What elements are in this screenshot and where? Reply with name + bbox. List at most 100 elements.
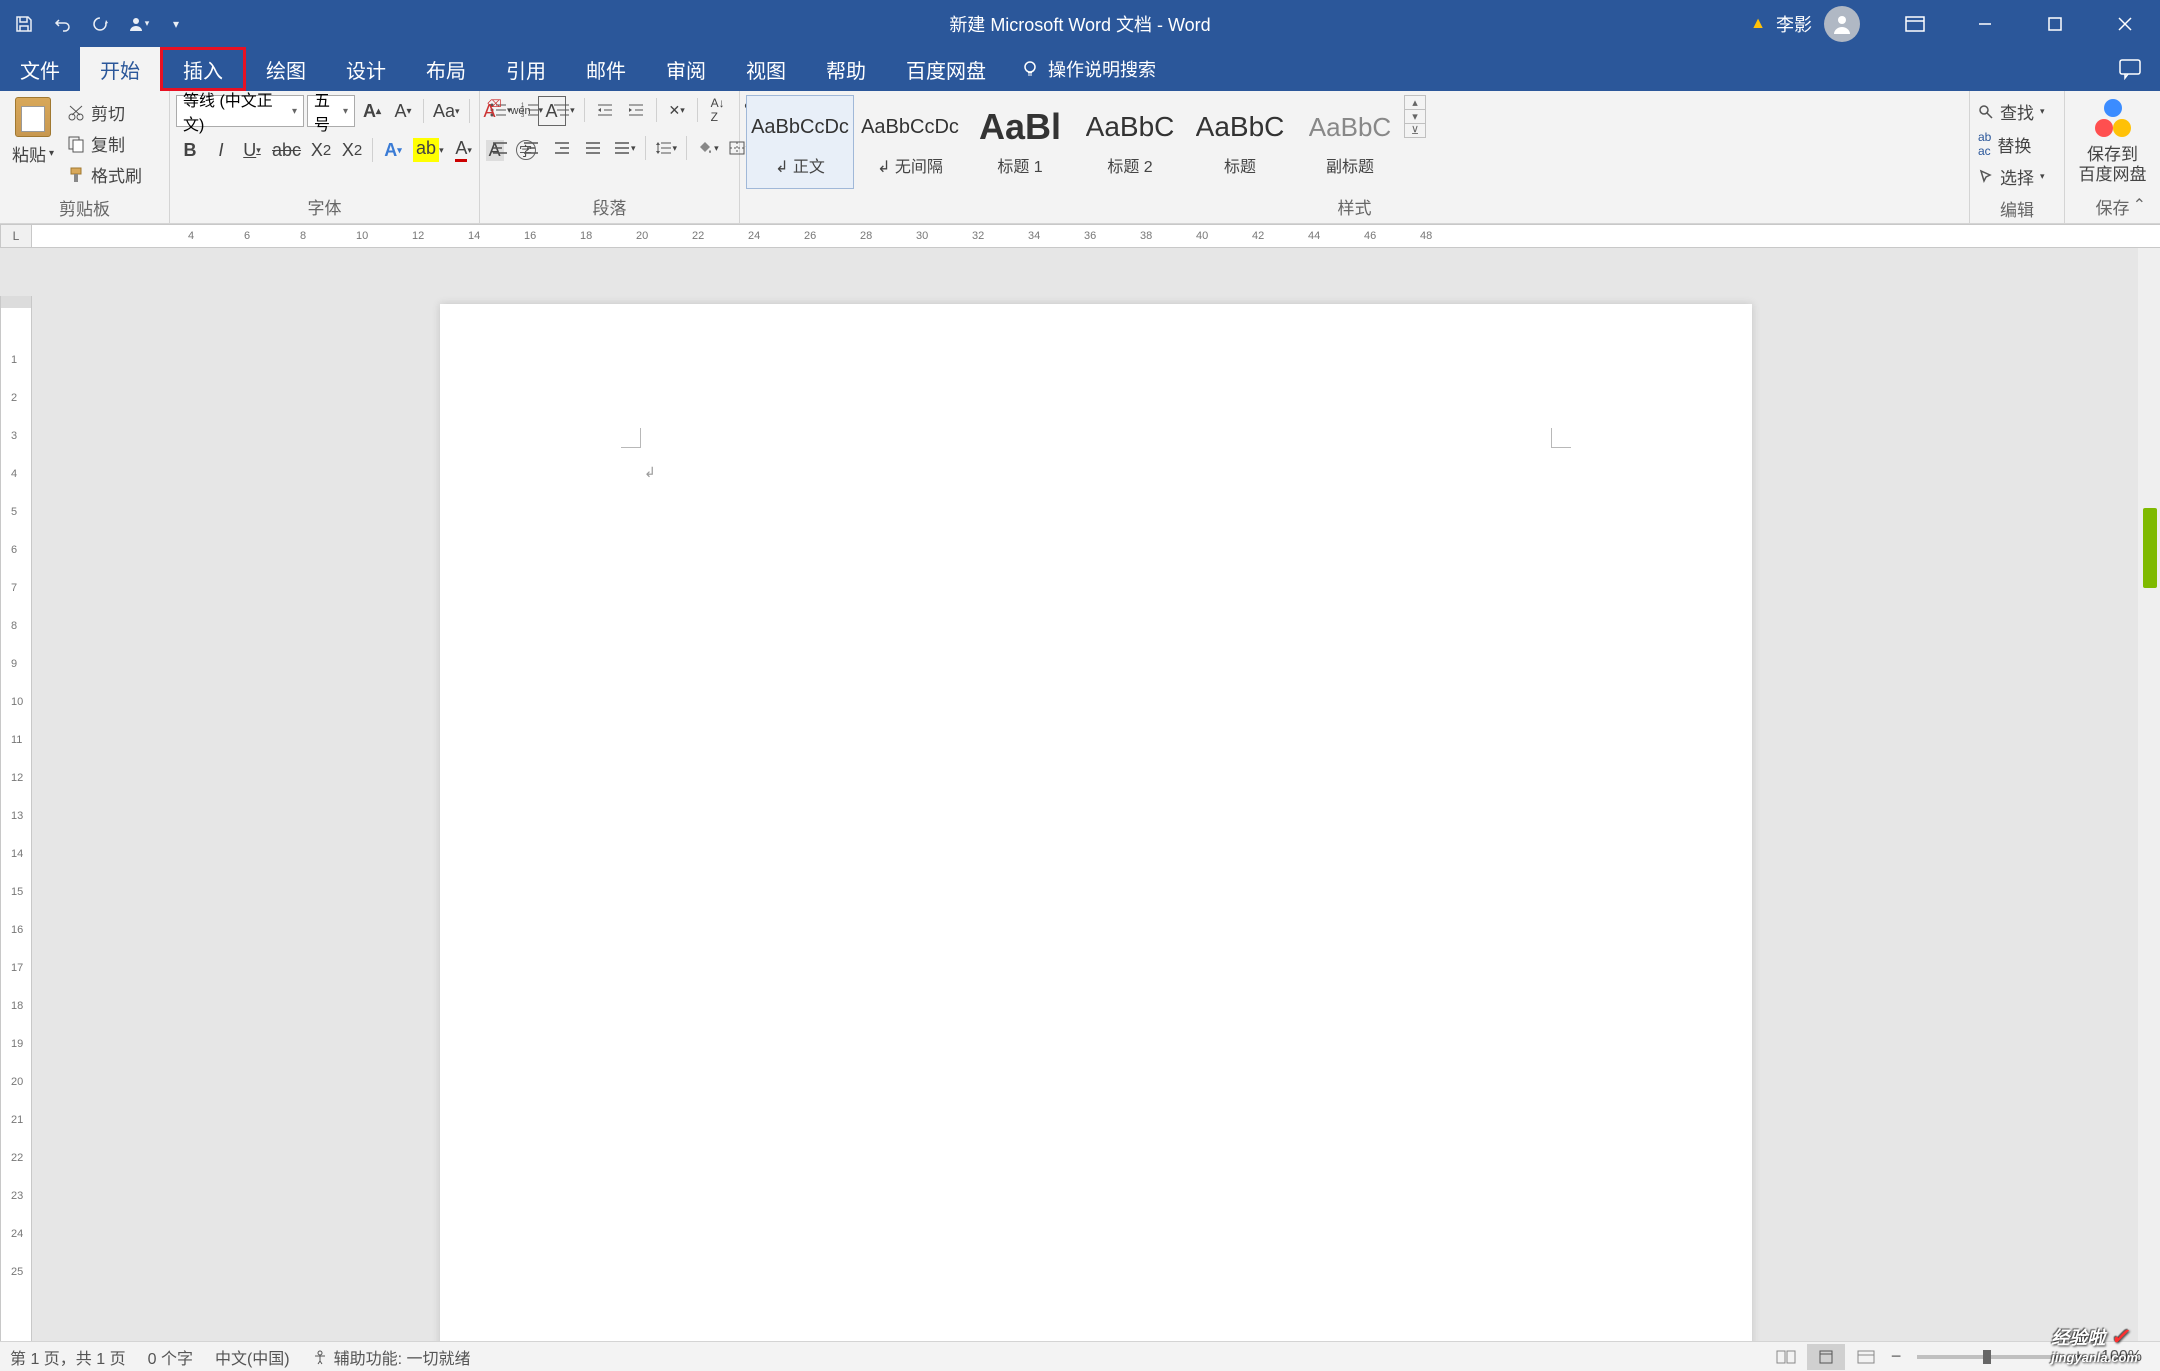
maximize-icon[interactable] xyxy=(2020,0,2090,47)
tab-layout[interactable]: 布局 xyxy=(406,47,486,91)
select-button[interactable]: 选择▾ xyxy=(1978,164,2045,189)
save-icon[interactable] xyxy=(12,12,36,36)
copy-button[interactable]: 复制 xyxy=(64,130,145,157)
comments-icon[interactable] xyxy=(2118,58,2142,80)
cut-button[interactable]: 剪切 xyxy=(64,99,145,126)
undo-icon[interactable] xyxy=(50,12,74,36)
ribbon-tabs: 文件 开始 插入 绘图 设计 布局 引用 邮件 审阅 视图 帮助 百度网盘 操作… xyxy=(0,47,2160,91)
paste-button[interactable]: 粘贴▾ xyxy=(12,141,54,166)
sort-button[interactable]: A↓Z xyxy=(704,95,732,125)
margin-corner-tr xyxy=(1551,428,1571,448)
asian-layout-button[interactable]: ✕▾ xyxy=(663,95,691,125)
font-name-combo[interactable]: 等线 (中文正文)▾ xyxy=(176,95,304,127)
change-case-button[interactable]: Aa▾ xyxy=(430,96,463,126)
superscript-button[interactable]: X2 xyxy=(338,135,366,165)
replace-button[interactable]: abac替换 xyxy=(1978,130,2045,158)
highlight-button[interactable]: ab▾ xyxy=(410,135,447,165)
account-icon[interactable]: ▾ xyxy=(126,12,150,36)
zoom-out-button[interactable]: − xyxy=(1887,1346,1905,1367)
increase-indent-button[interactable] xyxy=(622,95,650,125)
tab-view[interactable]: 视图 xyxy=(726,47,806,91)
group-clipboard: 粘贴▾ 剪切 复制 格式刷 剪贴板 xyxy=(0,91,170,223)
underline-button[interactable]: U▾ xyxy=(238,135,266,165)
status-a11y[interactable]: 辅助功能: 一切就绪 xyxy=(312,1345,471,1369)
tab-mailings[interactable]: 邮件 xyxy=(566,47,646,91)
tab-draw[interactable]: 绘图 xyxy=(246,47,326,91)
tab-file[interactable]: 文件 xyxy=(0,47,80,91)
horizontal-ruler[interactable]: 4681012141618202224262830323436384042444… xyxy=(32,224,2160,248)
font-color-button[interactable]: A▾ xyxy=(450,135,478,165)
tab-insert[interactable]: 插入 xyxy=(160,47,246,91)
ruler-corner[interactable]: L xyxy=(0,224,32,248)
baidu-cloud-icon[interactable] xyxy=(2093,99,2133,139)
tab-help[interactable]: 帮助 xyxy=(806,47,886,91)
shrink-font-button[interactable]: A▾ xyxy=(389,96,417,126)
vertical-ruler[interactable]: 1234567891011121314151617181920212223242… xyxy=(0,296,32,1341)
style-no-spacing[interactable]: AaBbCcDc↲ 无间隔 xyxy=(856,95,964,189)
redo-icon[interactable] xyxy=(88,12,112,36)
qat-customize-icon[interactable]: ▾ xyxy=(164,12,188,36)
styles-up-icon[interactable]: ▴ xyxy=(1405,96,1425,110)
user-name[interactable]: 李影 xyxy=(1776,11,1812,37)
status-page[interactable]: 第 1 页，共 1 页 xyxy=(10,1345,126,1369)
style-normal[interactable]: AaBbCcDc↲ 正文 xyxy=(746,95,854,189)
copy-icon xyxy=(67,135,85,153)
strikethrough-button[interactable]: abc xyxy=(269,135,304,165)
title-bar: ▾ ▾ 新建 Microsoft Word 文档 - Word ▲ 李影 xyxy=(0,0,2160,47)
close-icon[interactable] xyxy=(2090,0,2160,47)
group-label-clipboard: 剪贴板 xyxy=(6,192,163,224)
italic-button[interactable]: I xyxy=(207,135,235,165)
subscript-button[interactable]: X2 xyxy=(307,135,335,165)
tab-references[interactable]: 引用 xyxy=(486,47,566,91)
tab-review[interactable]: 审阅 xyxy=(646,47,726,91)
align-left-button[interactable] xyxy=(486,133,514,163)
collapse-ribbon-icon[interactable]: ⌃ xyxy=(2133,195,2146,215)
multilevel-button[interactable]: ▾ xyxy=(549,95,578,125)
style-title[interactable]: AaBbC标题 xyxy=(1186,95,1294,189)
cursor-icon xyxy=(1978,169,1994,185)
paste-icon[interactable] xyxy=(15,97,51,137)
vertical-scrollbar[interactable] xyxy=(2138,248,2160,1341)
status-lang[interactable]: 中文(中国) xyxy=(215,1345,290,1369)
styles-down-icon[interactable]: ▾ xyxy=(1405,110,1425,124)
align-center-button[interactable] xyxy=(517,133,545,163)
warning-icon[interactable]: ▲ xyxy=(1750,15,1766,33)
tell-me-search[interactable]: 操作说明搜索 xyxy=(1020,47,1156,91)
format-painter-button[interactable]: 格式刷 xyxy=(64,161,145,188)
view-print-icon[interactable] xyxy=(1807,1344,1845,1370)
save-baidu-button[interactable]: 保存到百度网盘 xyxy=(2079,145,2147,186)
align-right-button[interactable] xyxy=(548,133,576,163)
a11y-icon xyxy=(312,1349,328,1365)
document-page[interactable]: ↲ xyxy=(440,304,1752,1341)
line-spacing-button[interactable]: ▾ xyxy=(652,133,681,163)
find-button[interactable]: 查找▾ xyxy=(1978,99,2045,124)
text-effects-button[interactable]: A▾ xyxy=(379,135,407,165)
bold-button[interactable]: B xyxy=(176,135,204,165)
ribbon-display-icon[interactable] xyxy=(1880,0,1950,47)
numbering-button[interactable]: 123▾ xyxy=(518,95,547,125)
zoom-slider[interactable] xyxy=(1917,1355,2057,1359)
style-heading2[interactable]: AaBbC标题 2 xyxy=(1076,95,1184,189)
minimize-icon[interactable] xyxy=(1950,0,2020,47)
decrease-indent-button[interactable] xyxy=(591,95,619,125)
style-subtitle[interactable]: AaBbC副标题 xyxy=(1296,95,1404,189)
view-read-icon[interactable] xyxy=(1767,1344,1805,1370)
zoom-thumb[interactable] xyxy=(1983,1350,1991,1364)
view-web-icon[interactable] xyxy=(1847,1344,1885,1370)
font-size-combo[interactable]: 五号▾ xyxy=(307,95,355,127)
style-heading1[interactable]: AaBl标题 1 xyxy=(966,95,1074,189)
justify-button[interactable] xyxy=(579,133,607,163)
group-editing: 查找▾ abac替换 选择▾ 编辑 xyxy=(1970,91,2065,223)
tab-baidu[interactable]: 百度网盘 xyxy=(886,47,1006,91)
user-avatar-icon[interactable] xyxy=(1824,6,1860,42)
styles-expand-icon[interactable]: ⊻ xyxy=(1405,124,1425,137)
tab-design[interactable]: 设计 xyxy=(326,47,406,91)
margin-corner-tl xyxy=(621,428,641,448)
status-words[interactable]: 0 个字 xyxy=(148,1345,193,1369)
tab-home[interactable]: 开始 xyxy=(80,47,160,91)
grow-font-button[interactable]: A▴ xyxy=(358,96,386,126)
replace-icon: abac xyxy=(1978,130,1991,158)
scrollbar-thumb[interactable] xyxy=(2143,508,2157,588)
shading-button[interactable]: ▾ xyxy=(693,133,722,163)
distribute-button[interactable]: ▾ xyxy=(610,133,639,163)
